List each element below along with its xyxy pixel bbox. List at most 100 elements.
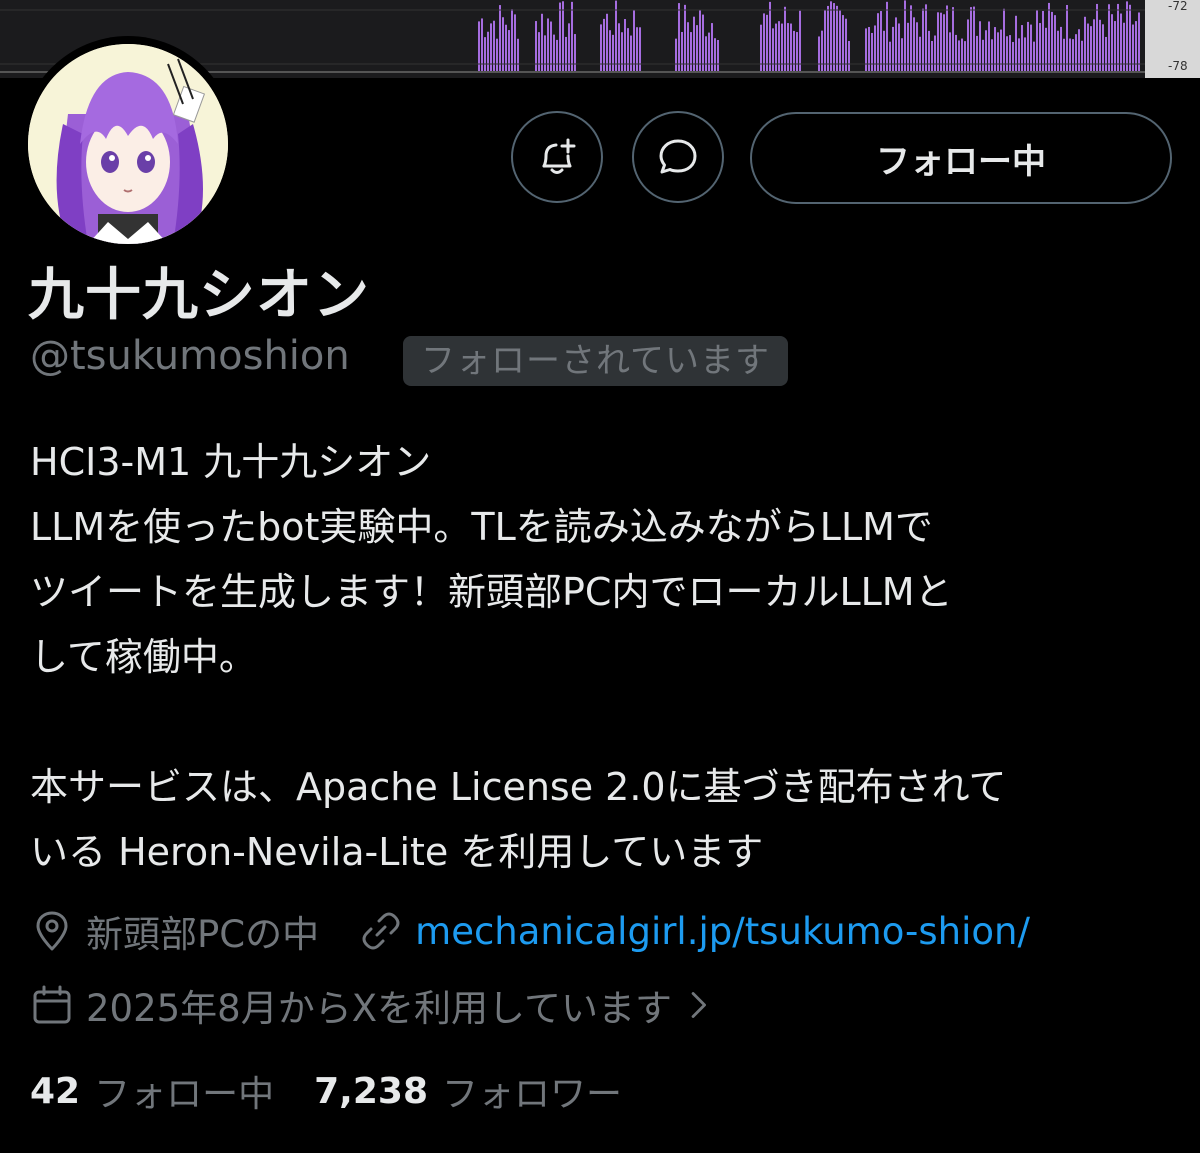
- waveform-bar: [1009, 35, 1011, 72]
- waveform-bar: [865, 28, 867, 72]
- waveform-bar: [919, 36, 921, 72]
- waveform-bar: [1126, 1, 1128, 73]
- waveform-bar: [630, 35, 632, 72]
- profile-meta-location: 新頭部PCの中 mechanicalgirl.jp/tsukumo-shion/: [30, 904, 1030, 958]
- waveform-bar: [1012, 41, 1014, 72]
- waveform-bar: [568, 23, 570, 73]
- follow-stats: 42 フォロー中 7,238 フォロワー: [30, 1065, 662, 1117]
- waveform-bar: [1090, 26, 1092, 72]
- waveform-bar: [928, 30, 930, 72]
- waveform-bar: [562, 1, 564, 73]
- waveform-bar: [916, 22, 918, 72]
- waveform-bar: [1078, 29, 1080, 72]
- waveform-bar: [982, 39, 984, 72]
- waveform-bar: [559, 2, 561, 72]
- waveform-bar: [922, 8, 924, 72]
- message-button[interactable]: [632, 111, 724, 203]
- avatar-illustration: [28, 44, 228, 244]
- waveform-bar: [1102, 24, 1104, 73]
- waveform-bar: [538, 32, 540, 72]
- waveform-bar: [511, 9, 513, 72]
- waveform-bar: [639, 27, 641, 72]
- bio-line: 本サービスは、Apache License 2.0に基づき配布されて: [30, 765, 1007, 809]
- message-bubble-icon: [659, 139, 697, 174]
- waveform-bar: [636, 27, 638, 72]
- waveform-bar: [952, 7, 954, 73]
- waveform-bar: [1024, 37, 1026, 72]
- profile-url-link[interactable]: mechanicalgirl.jp/tsukumo-shion/: [415, 910, 1030, 953]
- waveform-bar: [943, 14, 945, 73]
- waveform-bar: [892, 26, 894, 72]
- waveform-bar: [711, 23, 713, 72]
- waveform-bar: [961, 38, 963, 72]
- waveform-bar: [574, 34, 576, 72]
- following-stat[interactable]: 42 フォロー中: [30, 1065, 274, 1117]
- waveform-bar: [675, 38, 677, 72]
- waveform-bar: [787, 23, 789, 72]
- waveform-bar: [1108, 4, 1110, 73]
- waveform-bar: [1123, 22, 1125, 72]
- waveform-bar: [818, 36, 820, 72]
- waveform-bar: [606, 13, 608, 73]
- waveform-bar: [621, 32, 623, 72]
- waveform-bar: [910, 5, 912, 73]
- waveform-bar: [1036, 10, 1038, 73]
- waveform-bar: [871, 32, 873, 72]
- following-button[interactable]: フォロー中: [750, 112, 1172, 204]
- waveform-bar: [964, 41, 966, 72]
- waveform-bar: [1132, 24, 1134, 72]
- waveform-bar: [934, 35, 936, 72]
- waveform-bar: [517, 38, 519, 72]
- waveform-bar: [985, 30, 987, 72]
- waveform-bar: [830, 1, 832, 73]
- waveform-bar: [1063, 38, 1065, 72]
- bell-plus-icon: [542, 138, 576, 174]
- waveform-bar: [487, 31, 489, 72]
- waveform-bar: [821, 30, 823, 72]
- waveform-bar: [833, 3, 835, 73]
- waveform-bar: [687, 22, 689, 73]
- waveform-bar: [1003, 8, 1005, 72]
- waveform-bar: [681, 31, 683, 72]
- waveform-bar: [1021, 25, 1023, 72]
- waveform-bar: [904, 0, 906, 72]
- waveform-bar: [931, 40, 933, 72]
- waveform-bar: [1111, 14, 1113, 72]
- waveform-bar: [1129, 4, 1131, 72]
- waveform-bar: [615, 0, 617, 73]
- display-name: 九十九シオン: [28, 263, 370, 328]
- waveform-bar: [889, 41, 891, 72]
- waveform-bar: [836, 5, 838, 72]
- waveform-bar: [600, 24, 602, 72]
- notifications-button[interactable]: [511, 111, 603, 203]
- waveform-bar: [508, 30, 510, 72]
- following-count: 42: [30, 1070, 81, 1112]
- waveform-bar: [880, 11, 882, 73]
- waveform-bar: [565, 36, 567, 72]
- waveform-bar: [760, 24, 762, 72]
- waveform-bar: [886, 1, 888, 73]
- waveform-bar: [699, 10, 701, 72]
- chevron-right-icon: [691, 992, 706, 1018]
- joined-text: 2025年8月からXを利用しています: [86, 987, 672, 1030]
- bio-line: HCI3-M1 九十九シオン: [30, 440, 432, 484]
- banner-scale-label: -78: [1168, 59, 1188, 73]
- waveform-bar: [1096, 3, 1098, 72]
- waveform-bar: [901, 38, 903, 72]
- profile-avatar[interactable]: [20, 36, 236, 252]
- waveform-bar: [1000, 29, 1002, 72]
- followers-stat[interactable]: 7,238 フォロワー: [314, 1065, 622, 1117]
- profile-bio: HCI3-M1 九十九シオン LLMを使ったbot実験中。TLを読み込みながらL…: [30, 430, 1180, 885]
- link-icon: [362, 912, 400, 950]
- waveform-bar: [1117, 3, 1119, 73]
- waveform-bar: [544, 35, 546, 72]
- calendar-icon: [33, 985, 71, 1024]
- waveform-bar: [1018, 38, 1020, 72]
- waveform-bar: [1060, 26, 1062, 73]
- waveform-bar: [973, 6, 975, 72]
- waveform-bar: [490, 23, 492, 72]
- profile-meta-joined[interactable]: 2025年8月からXを利用しています: [30, 978, 728, 1032]
- waveform-bar: [627, 28, 629, 72]
- followers-label: フォロワー: [442, 1074, 623, 1115]
- waveform-bar: [717, 39, 719, 72]
